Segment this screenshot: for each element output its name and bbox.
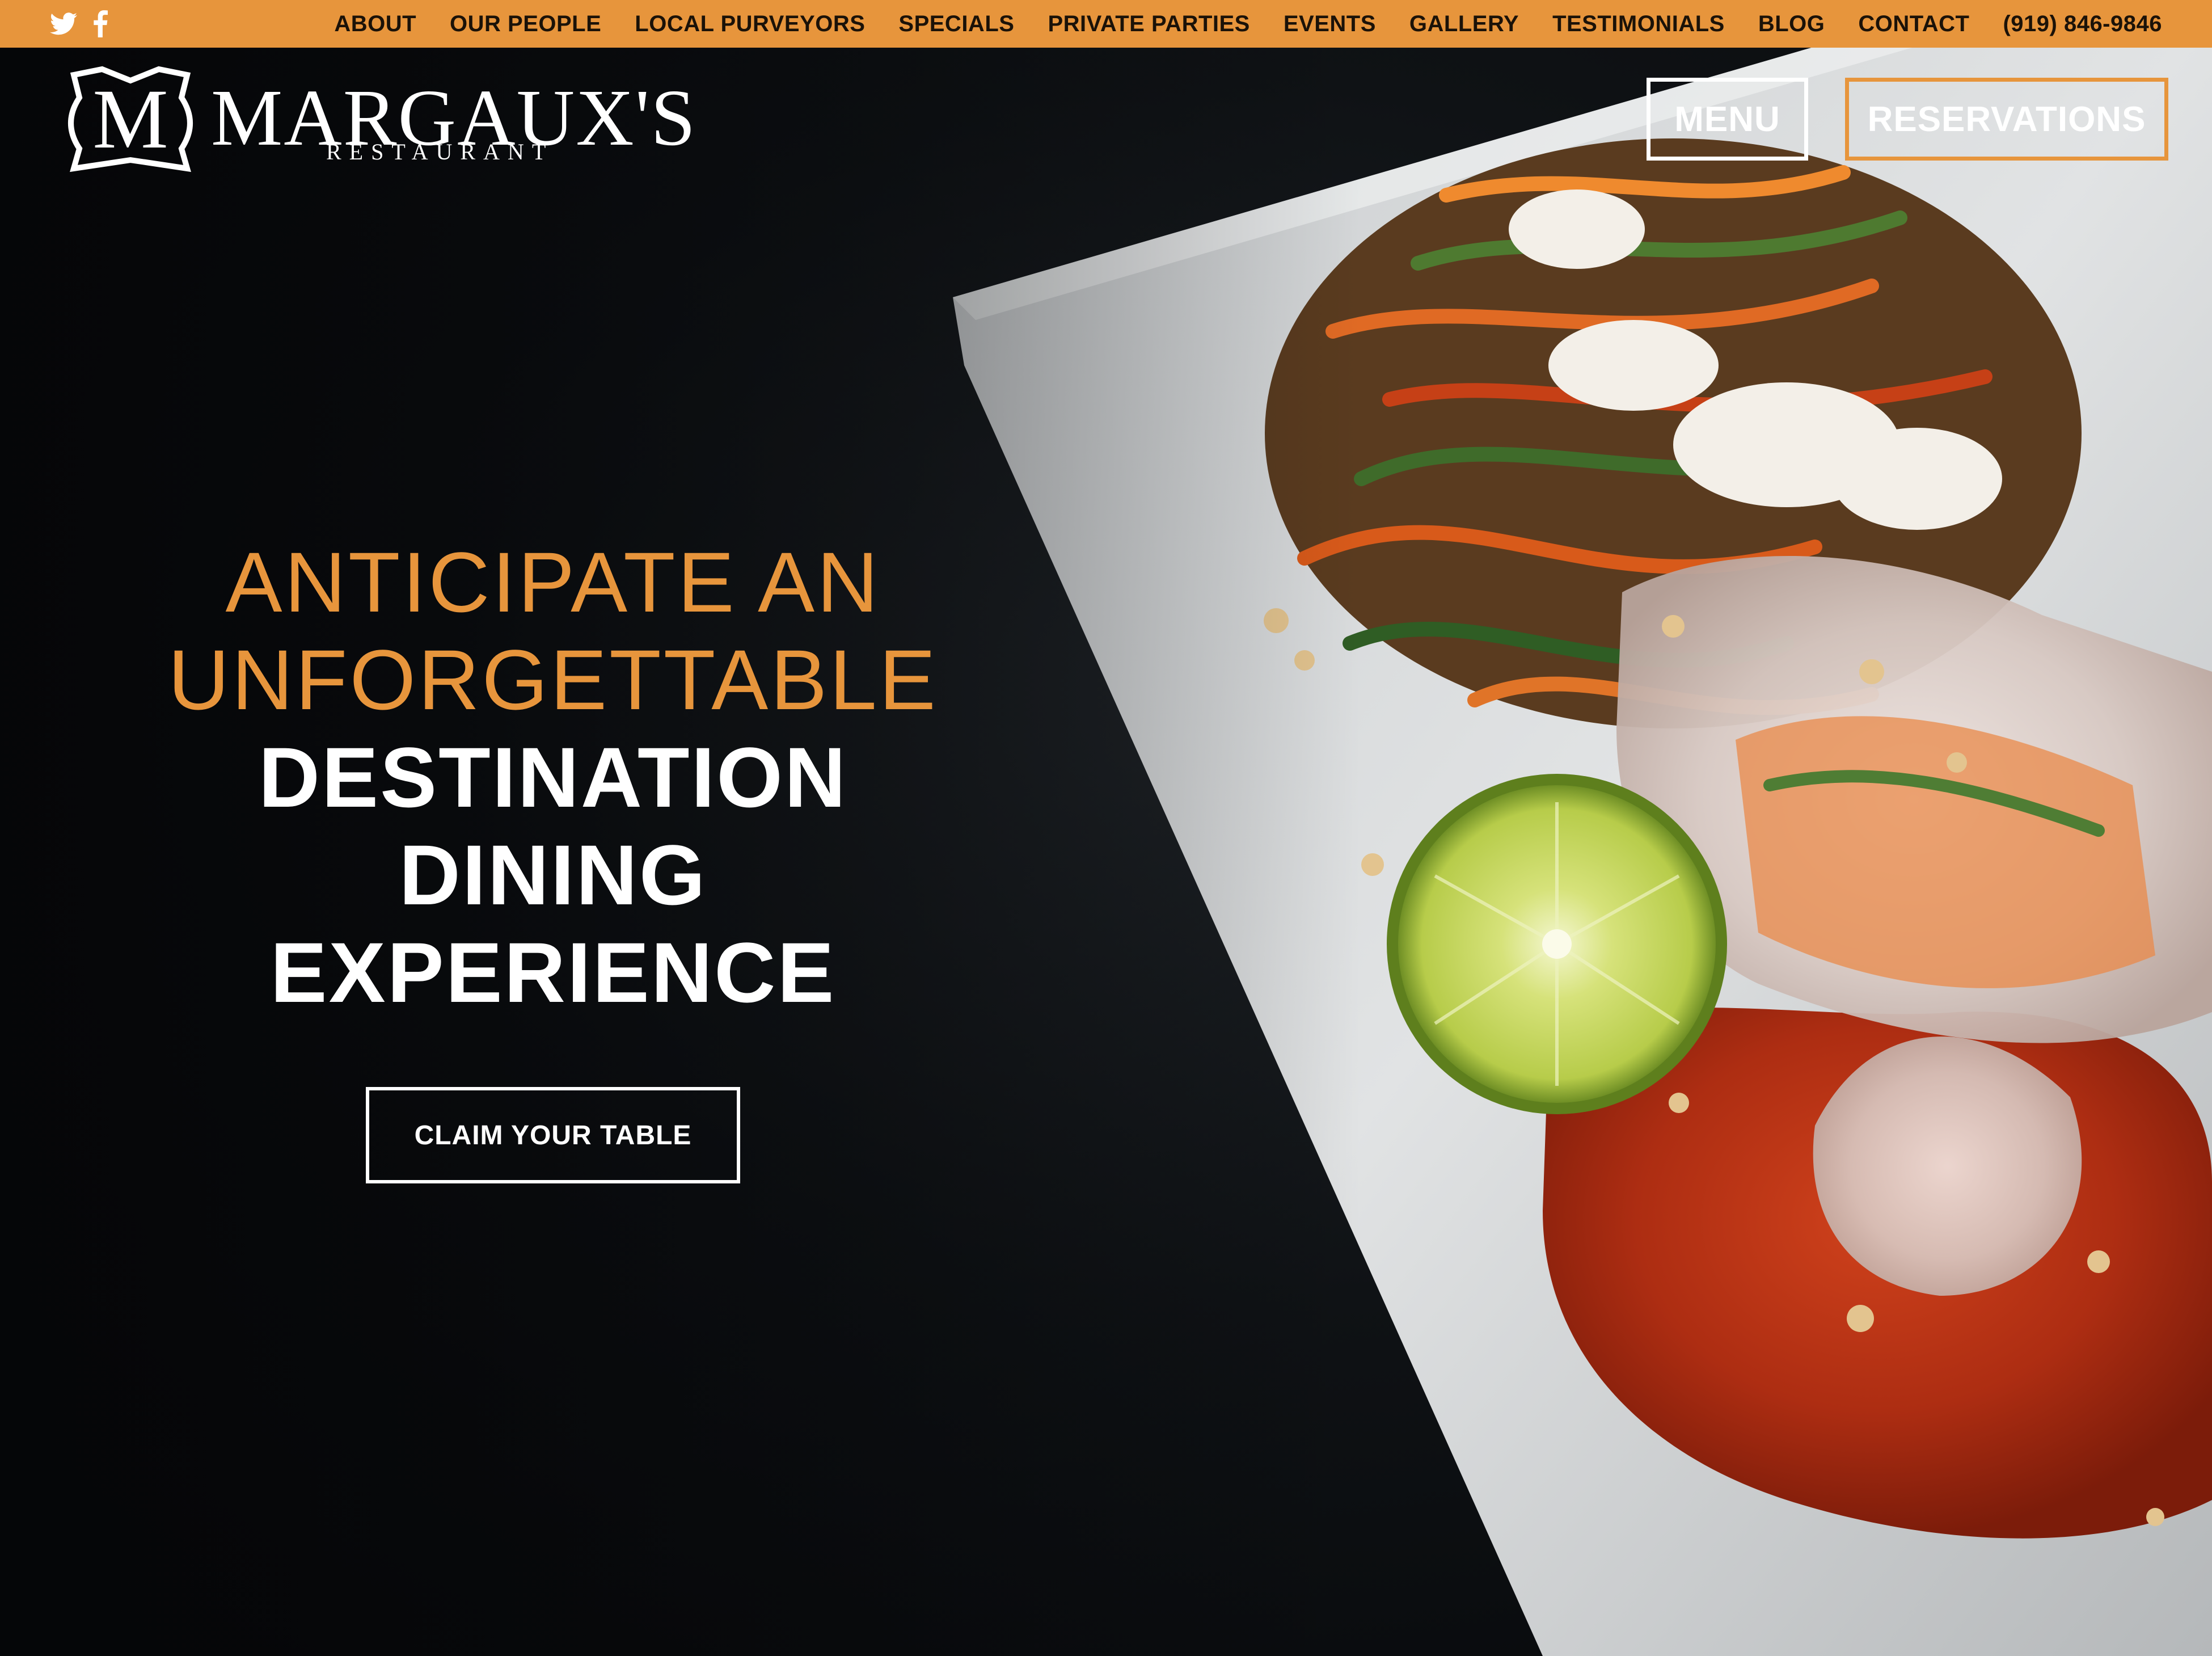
nav-gallery[interactable]: GALLERY	[1409, 11, 1519, 37]
logo-crest-icon: M	[68, 66, 193, 172]
twitter-icon[interactable]	[50, 12, 77, 35]
phone-link[interactable]: (919) 846-9846	[2003, 11, 2162, 37]
social-links	[50, 9, 108, 39]
logo[interactable]: M MARGAUX'S RESTAURANT	[62, 64, 695, 177]
nav-our-people[interactable]: OUR PEOPLE	[450, 11, 601, 37]
nav-testimonials[interactable]: TESTIMONIALS	[1552, 11, 1725, 37]
top-bar: ABOUT OUR PEOPLE LOCAL PURVEYORS SPECIAL…	[0, 0, 2212, 48]
nav-private-parties[interactable]: PRIVATE PARTIES	[1048, 11, 1249, 37]
nav-contact[interactable]: CONTACT	[1858, 11, 1969, 37]
nav-events[interactable]: EVENTS	[1284, 11, 1376, 37]
nav-local-purveyors[interactable]: LOCAL PURVEYORS	[635, 11, 865, 37]
logo-subtitle: RESTAURANT	[326, 139, 554, 165]
top-navigation: ABOUT OUR PEOPLE LOCAL PURVEYORS SPECIAL…	[334, 0, 2162, 48]
headline-line: EXPERIENCE	[270, 925, 836, 1020]
facebook-icon[interactable]	[93, 10, 108, 37]
claim-your-table-button[interactable]: CLAIM YOUR TABLE	[366, 1087, 740, 1183]
headline-line: ANTICIPATE AN	[225, 534, 881, 630]
nav-specials[interactable]: SPECIALS	[898, 11, 1014, 37]
reservations-button[interactable]: RESERVATIONS	[1845, 78, 2168, 161]
headline-line: DESTINATION	[258, 730, 848, 825]
headline-line: UNFORGETTABLE	[168, 632, 938, 727]
hero-headline: ANTICIPATE AN UNFORGETTABLE DESTINATION …	[91, 533, 1015, 1021]
headline-line: DINING	[399, 827, 707, 922]
nav-about[interactable]: ABOUT	[334, 11, 416, 37]
menu-button[interactable]: MENU	[1647, 78, 1808, 161]
nav-blog[interactable]: BLOG	[1758, 11, 1825, 37]
logo-monogram: M	[92, 72, 168, 166]
